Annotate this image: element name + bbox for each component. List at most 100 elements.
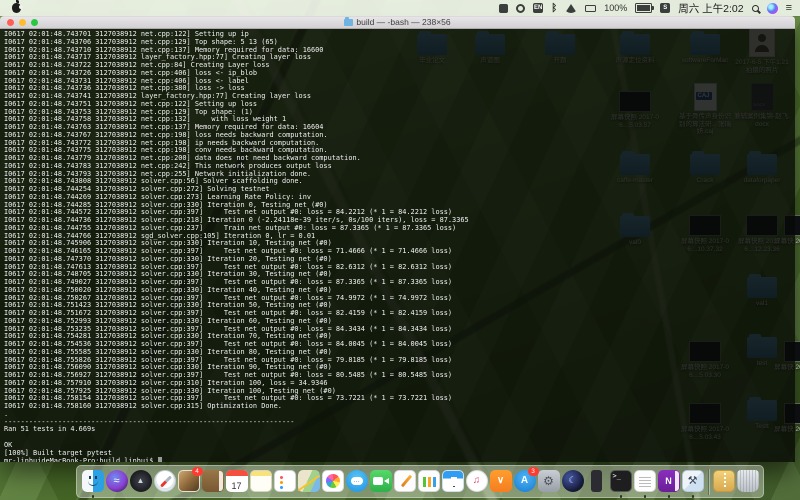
status-app-s[interactable]: S	[660, 3, 670, 13]
terminal-window: build — -bash — 238×56 I0617 02:01:48.74…	[0, 16, 795, 462]
terminal-titlebar[interactable]: build — -bash — 238×56	[0, 16, 795, 29]
apple-menu-icon[interactable]	[12, 3, 21, 13]
dock-icon-contacts[interactable]	[201, 470, 225, 494]
dock-icon-glyph: ⚙	[538, 470, 560, 492]
status-wifi[interactable]	[565, 4, 577, 13]
dock-icon-textedit[interactable]	[633, 470, 657, 494]
window-title: build — -bash — 238×56	[344, 17, 450, 27]
dock-icon-glyph	[634, 470, 656, 492]
dock-icon-messages[interactable]: …	[345, 470, 369, 494]
dock-icon-glyph: ≈	[106, 470, 128, 492]
zoom-button[interactable]	[31, 19, 38, 26]
dock-icon-glyph	[442, 470, 464, 492]
dock-icon[interactable]	[705, 469, 712, 495]
dock-icon-glyph: ☾	[562, 470, 584, 492]
status-notification-center[interactable]: ≡	[786, 2, 792, 14]
dock-icon-glyph: N	[658, 470, 680, 492]
desktop-screen: 毕业论文 声谱图 开题 声源定位资料 softwareForMac 2017-6…	[0, 0, 800, 500]
status-glyph: S	[660, 3, 670, 13]
menu-bar-left	[0, 3, 105, 13]
status-input-source[interactable]: EN	[533, 3, 543, 13]
dock-icon-finder[interactable]	[81, 470, 105, 494]
dock-icon-itunes[interactable]: ♫	[465, 470, 489, 494]
dock-icon-terminal[interactable]: >_	[609, 470, 633, 494]
running-indicator	[644, 495, 647, 498]
dock-icon-facetime[interactable]	[369, 470, 393, 494]
dock-icon-glyph	[586, 470, 608, 492]
status-glyph: ≡	[786, 2, 792, 14]
dock: ≈ ▲ 4	[76, 465, 764, 498]
dock-icon-glyph	[322, 470, 344, 492]
dock-icon-safari[interactable]	[153, 470, 177, 494]
notification-badge: 3	[528, 467, 539, 476]
dock-icon-glyph: ⚒	[682, 470, 704, 492]
running-indicator	[668, 495, 671, 498]
dock-icon-photos[interactable]	[321, 470, 345, 494]
terminal-log-lines: I0617 02:01:48.743701 3127038912 net.cpp…	[4, 30, 469, 457]
dock-icon-unarchiver[interactable]	[712, 470, 736, 494]
menu-bar-status: EN ᛒ 100% S	[499, 1, 800, 16]
status-glyph: 周六 上午2:02	[678, 1, 743, 16]
status-display[interactable]	[585, 5, 596, 12]
dock-icon-glyph: ♫	[466, 470, 488, 492]
status-siri[interactable]	[767, 3, 778, 14]
status-glyph: EN	[533, 3, 543, 13]
dock-icon-trash[interactable]	[736, 470, 760, 494]
dock-icon-siri[interactable]: ≈	[105, 470, 129, 494]
dock-icon-glyph: ▲	[130, 470, 152, 492]
dock-icon-system-preferences[interactable]: ⚙	[537, 470, 561, 494]
dock-icon-glyph	[713, 470, 735, 492]
dock-icon-maps[interactable]	[297, 470, 321, 494]
status-spotlight[interactable]	[752, 5, 759, 12]
dock-icon-glyph	[82, 470, 104, 492]
dock-icon-reminders[interactable]	[273, 470, 297, 494]
dock-icon-glyph	[370, 470, 392, 492]
terminal-cursor	[158, 457, 162, 462]
shell-prompt: mr-linhuideMacBook-Pro:build linhui$	[4, 457, 158, 462]
close-button[interactable]	[7, 19, 14, 26]
dock-icon-glyph	[250, 470, 272, 492]
terminal-output: I0617 02:01:48.743701 3127038912 net.cpp…	[0, 29, 795, 462]
dock-icon-ibooks[interactable]: ∨	[489, 470, 513, 494]
dock-icon-keynote[interactable]	[441, 470, 465, 494]
dock-icon-glyph: …	[351, 477, 363, 485]
dock-icon-glyph	[154, 470, 176, 492]
dock-icon-eclipse[interactable]: ☾	[561, 470, 585, 494]
dock-icon-calendar[interactable]: 17	[225, 470, 249, 494]
dock-icon-numbers[interactable]	[417, 470, 441, 494]
dock-icon-app-store[interactable]: A 3	[513, 470, 537, 494]
dock-icon-dark-app[interactable]	[585, 470, 609, 494]
status-icon	[752, 5, 759, 12]
dock-icon-glyph	[274, 470, 296, 492]
window-title-text: build — -bash — 238×56	[356, 17, 450, 27]
dock-icon-mail[interactable]: 4	[177, 470, 201, 494]
folder-proxy-icon	[344, 19, 353, 26]
status-bluetooth[interactable]: ᛒ	[551, 3, 557, 14]
dock-icon-notes[interactable]	[249, 470, 273, 494]
terminal-body[interactable]: I0617 02:01:48.743701 3127038912 net.cpp…	[0, 29, 795, 462]
dock-icon-xcode[interactable]: ⚒	[681, 470, 705, 494]
status-battery-label[interactable]: 100%	[604, 3, 627, 13]
dock-icon-glyph	[298, 470, 320, 492]
dock-icon-onenote[interactable]: N	[657, 470, 681, 494]
running-indicator	[692, 495, 695, 498]
notification-badge: 4	[192, 467, 203, 476]
running-indicator	[620, 495, 623, 498]
status-icon	[516, 4, 525, 13]
status-battery[interactable]	[635, 3, 652, 13]
dock-icon-glyph	[202, 470, 224, 492]
minimize-button[interactable]	[19, 19, 26, 26]
dock-icon-glyph: >_	[610, 470, 632, 492]
dock-icon-glyph	[418, 470, 440, 492]
dock-icon-glyph: 17	[226, 470, 248, 497]
status-glyph: ᛒ	[551, 3, 557, 14]
status-app-a[interactable]	[499, 4, 508, 13]
status-clock[interactable]: 周六 上午2:02	[678, 1, 743, 16]
window-controls	[7, 19, 38, 26]
dock-icon-launchpad[interactable]: ▲	[129, 470, 153, 494]
dock-icon-pages[interactable]	[393, 470, 417, 494]
status-icon	[499, 4, 508, 13]
status-app-b[interactable]	[516, 4, 525, 13]
running-indicator	[92, 495, 95, 498]
menu-bar: EN ᛒ 100% S	[0, 0, 800, 16]
